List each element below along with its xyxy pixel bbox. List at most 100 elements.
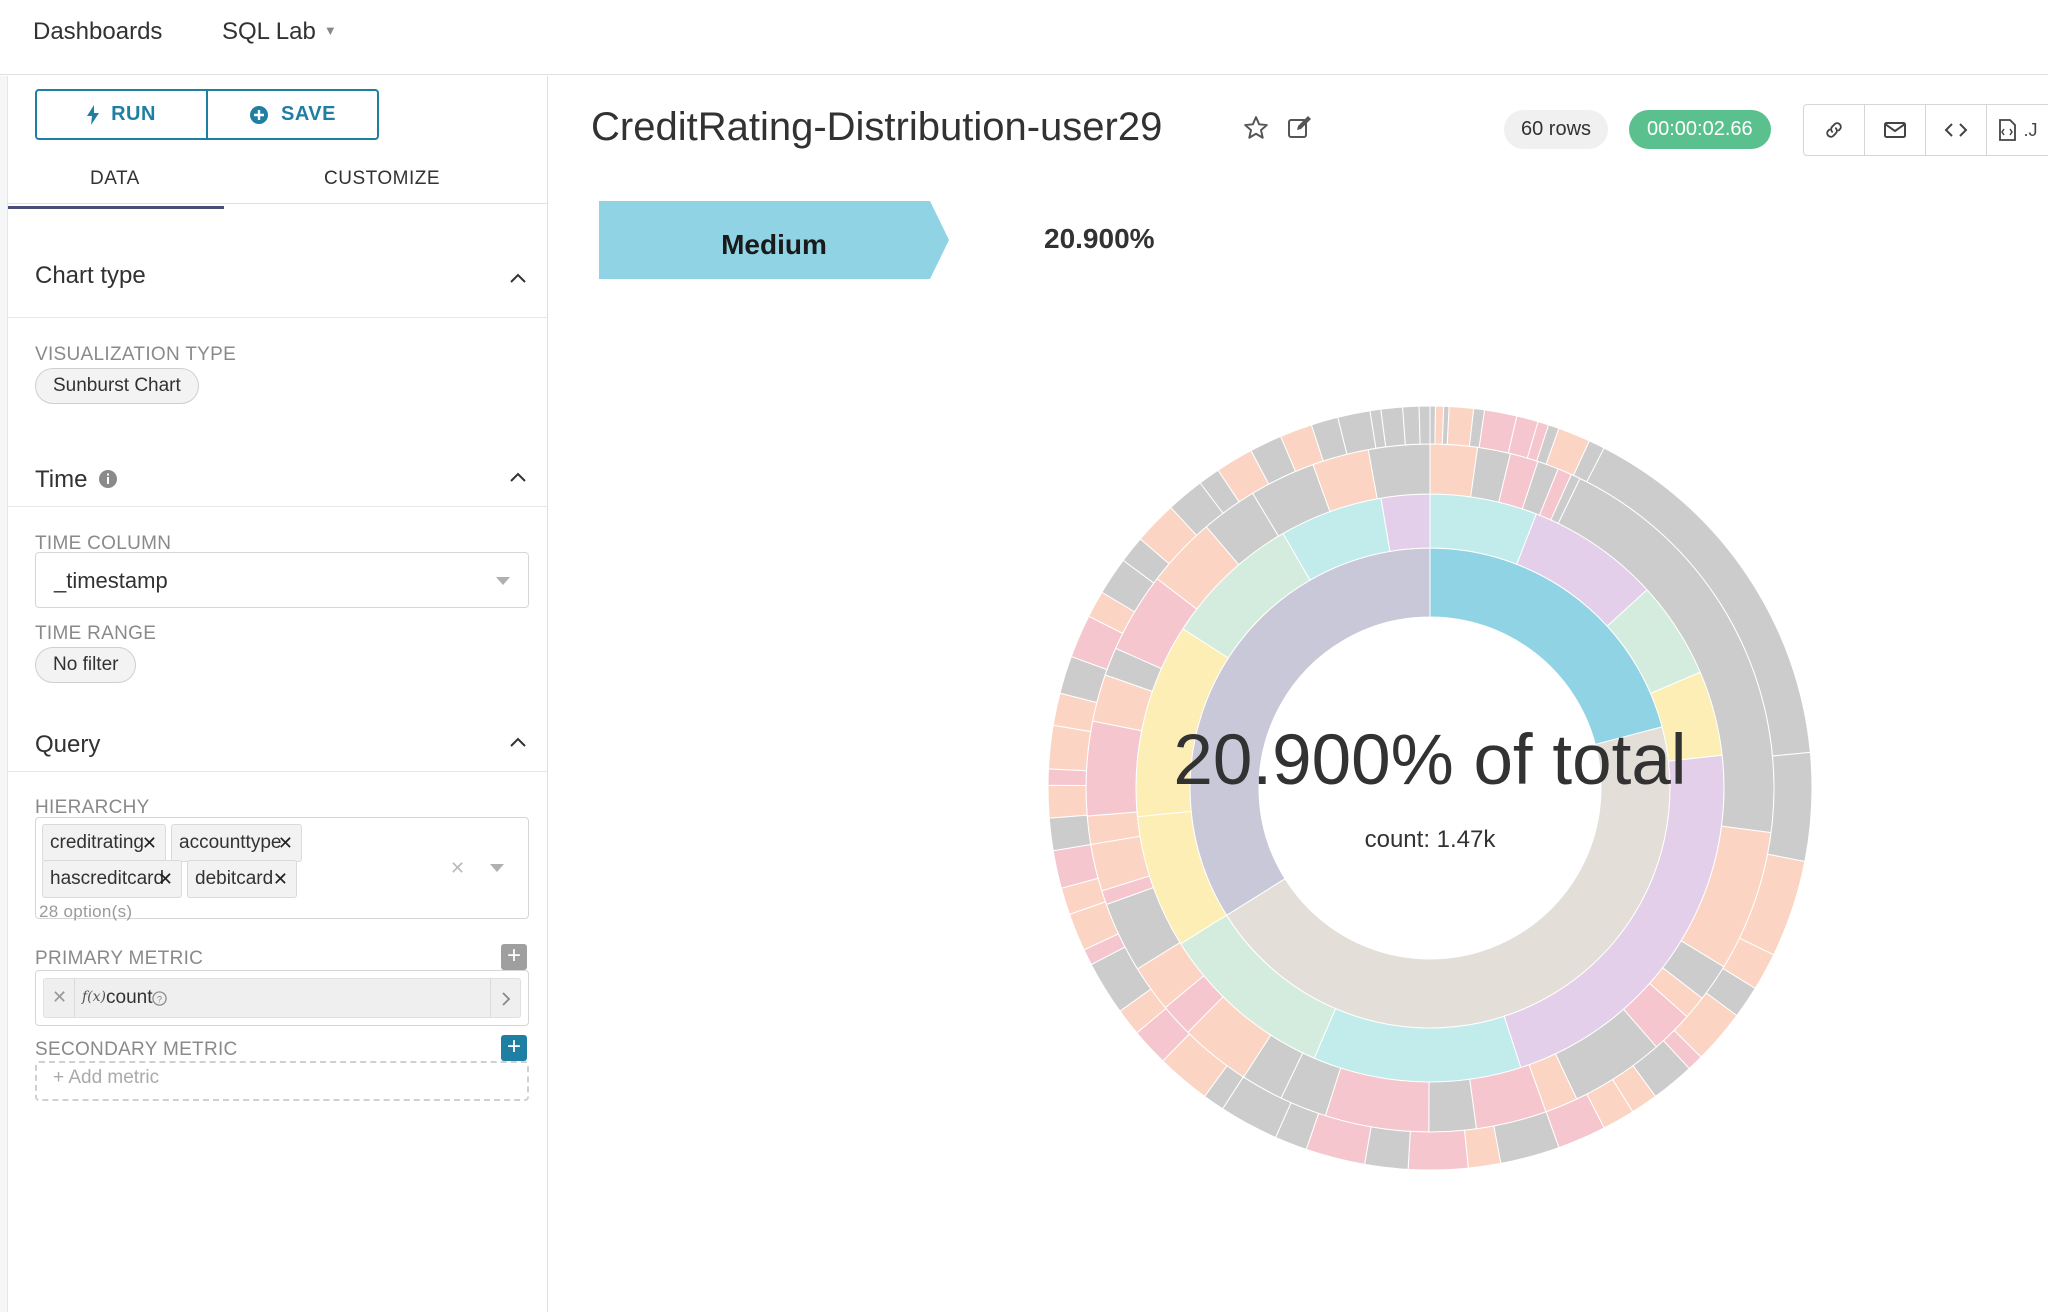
sunburst-segment-level-4[interactable] bbox=[1766, 751, 1813, 863]
hierarchy-tag: accounttype ✕ bbox=[171, 824, 302, 862]
section-chart-type-title[interactable]: Chart type bbox=[35, 262, 146, 290]
sunburst-segment-level-4[interactable] bbox=[1047, 724, 1092, 772]
remove-tag-icon[interactable]: ✕ bbox=[142, 825, 157, 861]
sunburst-segment-level-4[interactable] bbox=[1407, 1129, 1469, 1171]
sunburst-segment-level-3[interactable] bbox=[1367, 443, 1431, 500]
left-collapse-strip[interactable] bbox=[0, 76, 8, 1312]
panel-tabs bbox=[8, 150, 547, 204]
embed-code-button[interactable] bbox=[1926, 105, 1987, 155]
remove-metric-icon[interactable]: ✕ bbox=[52, 987, 67, 1008]
chart-title[interactable]: CreditRating-Distribution-user29 bbox=[591, 105, 1162, 150]
metric-chip[interactable]: ✕ f(x) count ? bbox=[43, 978, 521, 1018]
mail-icon bbox=[1884, 122, 1906, 138]
primary-metric-label: PRIMARY METRIC bbox=[35, 948, 204, 969]
hierarchy-tag: creditrating ✕ bbox=[42, 824, 166, 862]
chart-actions: .J bbox=[1803, 104, 2048, 156]
chevron-up-icon[interactable] bbox=[508, 268, 528, 288]
sunburst-segment-level-4[interactable] bbox=[1047, 784, 1088, 819]
share-email-button[interactable] bbox=[1865, 105, 1926, 155]
time-column-select[interactable]: _timestamp bbox=[35, 552, 529, 608]
section-time-label: Time bbox=[35, 466, 88, 493]
sunburst-segment-level-3[interactable] bbox=[1429, 443, 1479, 498]
save-button-label: SAVE bbox=[281, 103, 336, 125]
sunburst-segment-level-3[interactable] bbox=[1085, 720, 1143, 817]
visualization-type-pill[interactable]: Sunburst Chart bbox=[35, 368, 199, 404]
breadcrumb-percent: 20.900% bbox=[1044, 223, 1155, 254]
copy-link-button[interactable] bbox=[1804, 105, 1865, 155]
plus-circle-icon bbox=[250, 105, 268, 124]
section-time-title[interactable]: Time bbox=[35, 466, 118, 494]
add-primary-metric-icon[interactable]: + bbox=[501, 944, 527, 970]
time-range-pill[interactable]: No filter bbox=[35, 647, 137, 683]
save-button[interactable]: SAVE bbox=[206, 91, 377, 138]
nav-dashboards[interactable]: Dashboards bbox=[33, 18, 162, 46]
link-icon bbox=[1826, 122, 1842, 138]
tab-customize[interactable]: CUSTOMIZE bbox=[324, 168, 440, 190]
question-circle-icon: ? bbox=[152, 991, 167, 1006]
hierarchy-tag: debitcard ✕ bbox=[187, 860, 297, 898]
tab-data[interactable]: DATA bbox=[90, 168, 140, 190]
svg-text:?: ? bbox=[157, 994, 162, 1004]
export-json-button[interactable]: .J bbox=[1987, 105, 2048, 155]
sunburst-segment-level-4[interactable] bbox=[1463, 1125, 1502, 1169]
info-icon bbox=[99, 470, 118, 488]
metric-name: count bbox=[106, 987, 153, 1008]
run-save-group: RUN SAVE bbox=[35, 89, 379, 140]
sunburst-segment-level-4[interactable] bbox=[1047, 768, 1087, 787]
nav-sql-lab-label: SQL Lab bbox=[222, 18, 316, 45]
bolt-icon bbox=[87, 104, 100, 125]
add-metric-dropzone[interactable]: + Add metric bbox=[35, 1061, 529, 1101]
breadcrumb-label: Medium bbox=[721, 229, 827, 260]
query-time-badge: 00:00:02.66 bbox=[1629, 110, 1771, 149]
code-icon bbox=[1944, 123, 1968, 137]
hierarchy-tag: hascreditcard ✕ bbox=[42, 860, 182, 898]
center-percent-label: 20.900% of total bbox=[1173, 721, 1686, 800]
chip-divider bbox=[74, 979, 75, 1017]
divider bbox=[8, 317, 547, 318]
center-count-label: count: 1.47k bbox=[1365, 826, 1497, 853]
sunburst-segment-level-4[interactable] bbox=[1418, 405, 1431, 445]
star-icon[interactable] bbox=[1243, 115, 1269, 141]
secondary-metric-label: SECONDARY METRIC bbox=[35, 1039, 238, 1060]
caret-down-icon: ▼ bbox=[323, 23, 337, 38]
edit-icon[interactable] bbox=[1287, 115, 1313, 139]
chip-divider bbox=[490, 979, 491, 1017]
run-button[interactable]: RUN bbox=[37, 91, 206, 138]
chevron-right-icon[interactable] bbox=[500, 991, 512, 1007]
remove-tag-icon[interactable]: ✕ bbox=[158, 861, 173, 897]
options-count: 28 option(s) bbox=[39, 902, 133, 921]
visualization-type-label: VISUALIZATION TYPE bbox=[35, 344, 237, 365]
sunburst-segment-level-2[interactable] bbox=[1380, 493, 1431, 552]
add-secondary-metric-icon[interactable]: + bbox=[501, 1035, 527, 1061]
sunburst-segment-level-4[interactable] bbox=[1363, 1126, 1411, 1170]
hierarchy-tag-label: hascreditcard bbox=[50, 868, 165, 889]
hierarchy-tag-label: debitcard bbox=[195, 868, 274, 889]
tab-active-indicator bbox=[8, 206, 224, 209]
clear-icon[interactable]: ✕ bbox=[450, 858, 465, 879]
sunburst-segment-level-4[interactable] bbox=[1402, 405, 1421, 446]
hierarchy-label: HIERARCHY bbox=[35, 797, 150, 818]
run-button-label: RUN bbox=[111, 103, 156, 125]
file-json-icon bbox=[1999, 119, 2017, 141]
sunburst-segment-level-4[interactable] bbox=[1048, 814, 1092, 852]
primary-metric-field[interactable]: ✕ f(x) count ? bbox=[35, 970, 529, 1026]
export-json-label: .J bbox=[2023, 119, 2038, 140]
sunburst-segment-level-4[interactable] bbox=[1380, 406, 1406, 448]
remove-tag-icon[interactable]: ✕ bbox=[273, 861, 288, 897]
divider bbox=[8, 771, 547, 772]
hierarchy-tag-label: accounttype bbox=[179, 832, 282, 853]
section-query-title[interactable]: Query bbox=[35, 731, 100, 759]
time-column-value: _timestamp bbox=[54, 568, 168, 593]
dropdown-arrow-icon bbox=[490, 864, 504, 872]
nav-sql-lab[interactable]: SQL Lab ▼ bbox=[222, 18, 337, 46]
top-navigation: Dashboards SQL Lab ▼ bbox=[0, 0, 2048, 75]
dropdown-arrow-icon bbox=[496, 577, 510, 585]
chevron-up-icon[interactable] bbox=[508, 467, 528, 487]
control-panel: RUN SAVE DATA CUSTOMIZE Chart type VISUA… bbox=[8, 76, 548, 1312]
hierarchy-tag-label: creditrating bbox=[50, 832, 144, 853]
chevron-up-icon[interactable] bbox=[508, 732, 528, 752]
row-count-badge: 60 rows bbox=[1504, 110, 1609, 149]
sunburst-segment-level-3[interactable] bbox=[1428, 1078, 1477, 1133]
remove-tag-icon[interactable]: ✕ bbox=[278, 825, 293, 861]
sunburst-breadcrumb: Medium bbox=[599, 201, 949, 279]
